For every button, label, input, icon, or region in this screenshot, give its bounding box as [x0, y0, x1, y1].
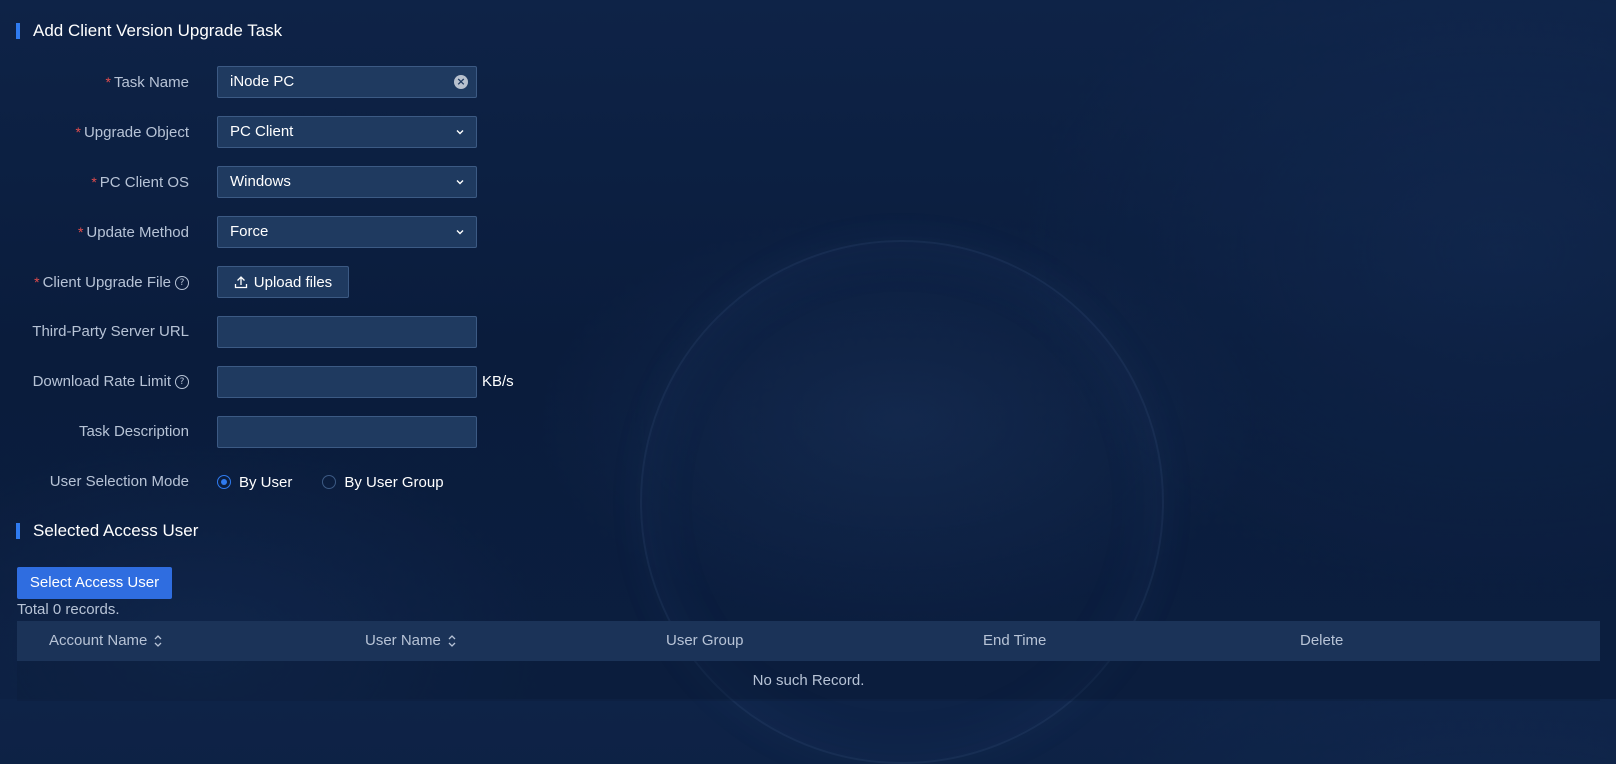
- third-party-url-input[interactable]: [217, 316, 477, 348]
- upload-files-label: Upload files: [253, 273, 333, 291]
- required-mark: *: [75, 124, 81, 140]
- form-row-upgrade-object: * Upgrade Object PC Client: [0, 116, 560, 148]
- required-mark: *: [34, 274, 40, 290]
- third-party-url-label: Third-Party Server URL: [32, 323, 189, 340]
- task-description-input[interactable]: [217, 416, 477, 448]
- radio-by-user-group[interactable]: By User Group: [322, 473, 444, 491]
- upgrade-object-value: PC Client: [230, 123, 294, 140]
- upload-icon: [234, 276, 247, 289]
- radio-by-user-label: By User: [239, 473, 293, 491]
- radio-by-user[interactable]: By User: [217, 474, 292, 491]
- column-header-user-name[interactable]: User Name: [365, 621, 457, 661]
- form-row-user-selection-mode: User Selection Mode By User By User Grou…: [0, 466, 560, 498]
- task-name-input[interactable]: iNode PC ×: [217, 66, 477, 98]
- select-access-user-button[interactable]: Select Access User: [17, 567, 172, 599]
- required-mark: *: [105, 74, 111, 90]
- update-method-value: Force: [230, 223, 269, 240]
- section-title-text: Selected Access User: [33, 521, 199, 540]
- radio-by-user-group-label: By User Group: [344, 473, 444, 491]
- column-header-user-group: User Group: [666, 632, 744, 649]
- sort-icon[interactable]: [447, 633, 457, 649]
- upload-files-button[interactable]: Upload files: [217, 266, 349, 298]
- form-row-task-name: * Task Name iNode PC ×: [0, 66, 560, 98]
- form-row-task-description: Task Description: [0, 416, 560, 448]
- help-icon[interactable]: ?: [175, 375, 189, 390]
- task-name-value: iNode PC: [230, 73, 295, 90]
- form-row-pc-client-os: * PC Client OS Windows: [0, 166, 560, 198]
- user-selection-mode-radio-group: By User By User Group: [217, 466, 474, 498]
- chevron-down-icon: [456, 180, 464, 185]
- help-icon[interactable]: ?: [175, 276, 189, 291]
- table-header: Account Name User Name User Group End Ti…: [17, 621, 1600, 661]
- section-accent-bar: [16, 523, 20, 539]
- chevron-down-icon: [456, 230, 464, 235]
- access-user-table: Account Name User Name User Group End Ti…: [17, 621, 1600, 701]
- pc-client-os-value: Windows: [230, 173, 291, 190]
- section-accent-bar: [16, 23, 20, 39]
- client-upgrade-file-label: * Client Upgrade File?: [0, 266, 189, 298]
- column-header-delete: Delete: [1300, 632, 1344, 649]
- download-rate-limit-input[interactable]: [217, 366, 477, 398]
- section-title-selected-users: Selected Access User: [16, 521, 199, 540]
- column-header-account-name[interactable]: Account Name: [49, 621, 163, 661]
- user-selection-mode-label: User Selection Mode: [49, 473, 189, 490]
- column-header-end-time: End Time: [983, 632, 1047, 649]
- form-row-third-party-url: Third-Party Server URL: [0, 316, 560, 348]
- table-empty-message: No such Record.: [17, 661, 1600, 701]
- chevron-down-icon: [456, 130, 464, 135]
- update-method-label: * Update Method: [77, 224, 189, 241]
- rate-unit-label: KB/s: [482, 373, 514, 390]
- radio-dot: [217, 475, 231, 489]
- clear-icon[interactable]: ×: [454, 75, 468, 89]
- update-method-select[interactable]: Force: [217, 216, 477, 248]
- required-mark: *: [77, 224, 84, 240]
- section-title-add-task: Add Client Version Upgrade Task: [16, 21, 283, 40]
- pc-client-os-select[interactable]: Windows: [217, 166, 477, 198]
- download-rate-limit-label: Download Rate Limit?: [0, 366, 189, 398]
- form-row-download-rate-limit: Download Rate Limit? KB/s: [0, 366, 560, 398]
- total-records-text: Total 0 records.: [17, 601, 120, 618]
- sort-icon[interactable]: [153, 633, 163, 649]
- task-description-label: Task Description: [78, 423, 189, 440]
- form-row-client-upgrade-file: * Client Upgrade File? Upload files: [0, 266, 560, 298]
- required-mark: *: [91, 174, 97, 190]
- upgrade-object-select[interactable]: PC Client: [217, 116, 477, 148]
- upgrade-object-label: * Upgrade Object: [75, 124, 189, 141]
- task-name-label: * Task Name: [105, 74, 189, 91]
- radio-dot: [322, 475, 337, 489]
- pc-client-os-label: * PC Client OS: [91, 174, 189, 191]
- form-row-update-method: * Update Method Force: [0, 216, 560, 248]
- section-title-text: Add Client Version Upgrade Task: [33, 21, 283, 40]
